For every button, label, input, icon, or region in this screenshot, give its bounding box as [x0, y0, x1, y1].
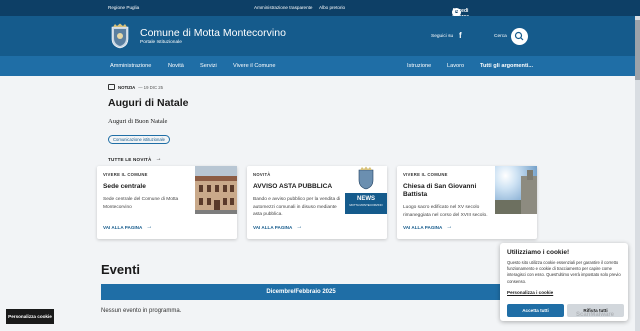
card-link-label: VAI ALLA PAGINA [403, 224, 443, 230]
card-sede[interactable]: VIVERE IL COMUNE Sede centrale Sede cent… [97, 166, 237, 239]
calendar-icon [108, 84, 115, 90]
card-title[interactable]: Sede centrale [103, 183, 187, 191]
events-title: Eventi [101, 262, 141, 277]
site-subtitle: Portale Istituzionale [140, 40, 182, 45]
news-banner-town: MOTTA MONTECORVINO [349, 203, 383, 207]
events-month-bar: Dicembre/Febbraio 2025 [101, 284, 501, 300]
arrow-right-icon: → [155, 156, 162, 162]
nav-item-servizi[interactable]: Servizi [200, 63, 217, 69]
card-text: Sede centrale del Comune di Motta Montec… [103, 197, 179, 210]
card-link-label: VAI ALLA PAGINA [253, 224, 293, 230]
news-banner-title: NEWS [357, 196, 375, 202]
all-news-link[interactable]: TUTTE LE NOVITÀ → [108, 156, 162, 162]
search-icon [514, 31, 524, 41]
scrollbar-thumb[interactable] [635, 20, 640, 80]
card-link[interactable]: VAI ALLA PAGINA → [403, 224, 452, 230]
nav-item-lavoro[interactable]: Lavoro [447, 63, 464, 69]
card-text: Luogo sacro edificato nel XV secolo rima… [403, 205, 488, 218]
nav-item-amministrazione[interactable]: Amministrazione [110, 63, 151, 69]
follow-label: Seguici su [431, 34, 454, 39]
arrow-right-icon: → [296, 224, 303, 230]
region-link[interactable]: Regione Puglia [108, 5, 139, 10]
card-text: Bando e avviso pubblico per la vendita d… [253, 197, 341, 217]
card-category: NOVITÀ [253, 172, 271, 177]
main-nav: Amministrazione Novità Servizi Vivere il… [0, 56, 640, 76]
nav-item-vivere[interactable]: Vivere il Comune [233, 63, 276, 69]
admin-transparent-link[interactable]: Amministrazione trasparente [254, 5, 312, 10]
events-empty-text: Nessun evento in programma. [101, 308, 182, 314]
news-category: NOTIZIA [118, 84, 136, 90]
card-title[interactable]: Chiesa di San Giovanni Battista [403, 183, 487, 199]
card-title[interactable]: AVVISO ASTA PUBBLICA [253, 183, 337, 191]
cookie-customize-link[interactable]: Personalizza i cookie [507, 290, 553, 295]
site-header: Comune di Motta Montecorvino Portale Ist… [0, 16, 640, 56]
cookie-text: Questo sito utilizza cookie essenziali p… [507, 260, 621, 284]
cookie-banner: Utilizziamo i cookie! Questo sito utiliz… [500, 243, 628, 321]
cookie-preferences-button[interactable]: Personalizza cookie [6, 309, 54, 324]
top-bar: Regione Puglia Amministrazione trasparen… [0, 0, 640, 26]
cookie-title: Utilizziamo i cookie! [507, 249, 570, 256]
arrow-right-icon: → [146, 224, 153, 230]
arrow-right-icon: → [446, 224, 453, 230]
news-banner: NEWS MOTTA MONTECORVINO [345, 193, 387, 214]
crest-logo[interactable] [110, 23, 130, 49]
news-text: Auguri di Buon Natale [108, 118, 168, 125]
news-date: — 19 DIC 25 [138, 84, 164, 90]
nav-item-argomenti[interactable]: Tutti gli argomenti... [480, 63, 533, 69]
church-photo [495, 166, 537, 214]
news-title[interactable]: Auguri di Natale [108, 97, 189, 109]
nav-item-novita[interactable]: Novità [168, 63, 184, 69]
all-news-label: TUTTE LE NOVITÀ [108, 156, 152, 162]
card-link[interactable]: VAI ALLA PAGINA → [253, 224, 302, 230]
card-asta[interactable]: NOVITÀ AVVISO ASTA PUBBLICA Bando e avvi… [247, 166, 387, 239]
site-title[interactable]: Comune di Motta Montecorvino [140, 27, 286, 39]
nav-item-istruzione[interactable]: Istruzione [407, 63, 431, 69]
card-link-label: VAI ALLA PAGINA [103, 224, 143, 230]
crest-icon [358, 166, 374, 190]
news-image: NEWS MOTTA MONTECORVINO [345, 166, 387, 214]
albo-link[interactable]: Albo pretorio [319, 5, 345, 10]
card-link[interactable]: VAI ALLA PAGINA → [103, 224, 152, 230]
card-chiesa[interactable]: VIVERE IL COMUNE Chiesa di San Giovanni … [397, 166, 537, 239]
accept-all-button[interactable]: Accetta tutti [507, 304, 564, 317]
watermark: ScanMalware [576, 312, 615, 318]
news-tag[interactable]: Comunicazione istituzionale [108, 135, 170, 144]
card-category: VIVERE IL COMUNE [103, 172, 148, 177]
search-label: Cerca [494, 34, 507, 39]
building-photo [195, 166, 237, 214]
card-category: VIVERE IL COMUNE [403, 172, 448, 177]
search-button[interactable] [511, 28, 528, 45]
facebook-icon[interactable]: f [459, 31, 462, 40]
news-meta: NOTIZIA — 19 DIC 25 [108, 84, 163, 90]
